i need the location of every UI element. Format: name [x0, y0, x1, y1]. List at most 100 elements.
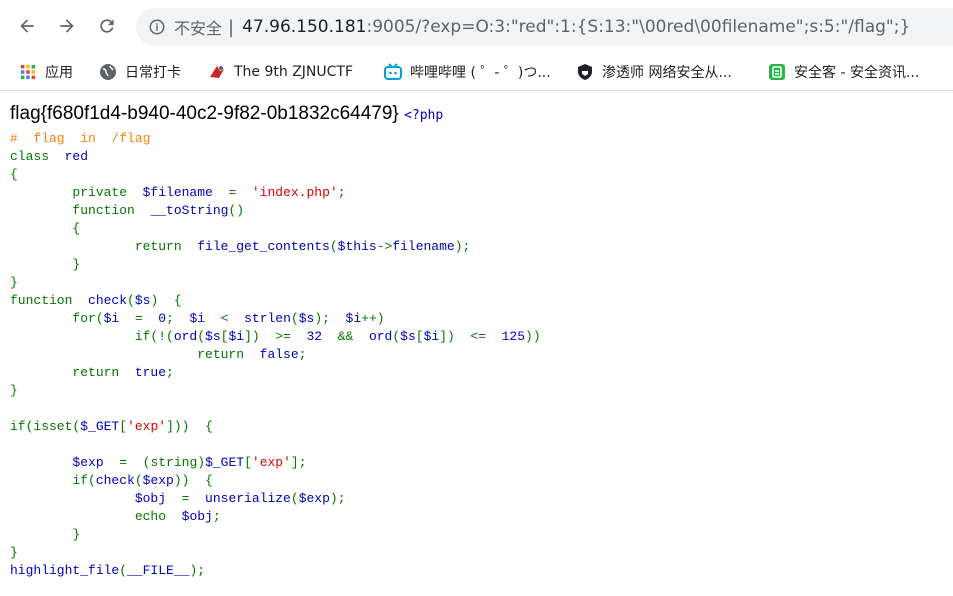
- code-token: &&: [337, 329, 369, 344]
- code-token: {: [10, 221, 81, 236]
- code-token: (: [290, 491, 299, 506]
- url-host: 47.96.150.181: [242, 17, 367, 37]
- bookmark-apps[interactable]: 应用: [19, 54, 73, 90]
- bookmark-anquanke[interactable]: 安全客 - 安全资讯...: [768, 54, 919, 90]
- forward-arrow-icon: [60, 19, 74, 33]
- code-token: 'exp': [127, 419, 167, 434]
- code-token: )) {: [173, 473, 213, 488]
- reload-icon: [100, 19, 114, 33]
- code-token: if(isset(: [10, 419, 81, 434]
- code-token: {: [10, 167, 18, 182]
- bilibili-tv-icon: [384, 63, 402, 81]
- code-token: );: [189, 563, 206, 578]
- code-token: $exp: [142, 473, 174, 488]
- code-token: true: [134, 365, 167, 380]
- code-token: (: [329, 239, 338, 254]
- forward-button[interactable]: [53, 12, 81, 40]
- code-token: $i: [103, 311, 135, 326]
- code-token: $i: [228, 329, 245, 344]
- bookmarks-bar: 应用 日常打卡 The 9th ZJNUCTF 哔哩哔哩 ( ゜- ゜)つ...…: [0, 54, 953, 91]
- code-token: unserialize: [205, 491, 291, 506]
- code-token: private: [10, 185, 143, 200]
- code-token: for(: [10, 311, 104, 326]
- page-content: flag{f680f1d4-b940-40c2-9f82-0b1832c6447…: [10, 100, 950, 580]
- code-token: $_GET: [205, 455, 245, 470]
- code-token: [: [244, 455, 252, 470]
- bookmark-daily-checkin[interactable]: 日常打卡: [99, 54, 181, 90]
- bookmark-label: 安全客 - 安全资讯...: [794, 65, 920, 81]
- code-token: )): [525, 329, 541, 344]
- code-token: function: [10, 293, 89, 308]
- code-token: $_GET: [80, 419, 120, 434]
- code-token: $s: [205, 329, 221, 344]
- code-token: }: [10, 527, 81, 542]
- code-token: __toString: [150, 203, 229, 218]
- shield-icon: [576, 63, 594, 81]
- flag-text: flag{f680f1d4-b940-40c2-9f82-0b1832c6447…: [10, 103, 399, 124]
- info-icon[interactable]: [148, 18, 166, 36]
- code-token: [: [415, 329, 424, 344]
- code-token: 'exp': [251, 455, 291, 470]
- code-token: );: [314, 311, 346, 326]
- code-token: =: [228, 185, 252, 200]
- bookmark-bilibili[interactable]: 哔哩哔哩 ( ゜- ゜)つ...: [384, 54, 551, 90]
- code-token: $i: [345, 311, 362, 326]
- code-token: $i: [423, 329, 440, 344]
- anquanke-icon: [768, 63, 786, 81]
- code-token: }: [10, 257, 81, 272]
- code-token: ;: [298, 347, 307, 362]
- bookmark-zjnuctf[interactable]: The 9th ZJNUCTF: [208, 54, 353, 90]
- code-token: echo: [10, 509, 182, 524]
- reload-button[interactable]: [93, 12, 121, 40]
- bookmark-pentester[interactable]: 渗透师 网络安全从...: [576, 54, 732, 90]
- code-token: );: [454, 239, 471, 254]
- code-token: (: [127, 293, 135, 308]
- code-token: $i: [189, 311, 221, 326]
- code-token: $obj: [134, 491, 182, 506]
- flag-output: flag{f680f1d4-b940-40c2-9f82-0b1832c6447…: [10, 100, 950, 130]
- code-token: $filename: [142, 185, 229, 200]
- code-token: $this: [337, 239, 377, 254]
- code-token: return: [10, 239, 198, 254]
- code-token: ;: [212, 509, 221, 524]
- code-token: (: [392, 329, 401, 344]
- back-arrow-icon: [20, 19, 34, 33]
- code-token: filename: [392, 239, 455, 254]
- url-text[interactable]: 47.96.150.181:9005/?exp=O:3:"red":1:{S:1…: [242, 17, 910, 37]
- code-token: if(: [10, 473, 96, 488]
- code-token: check: [95, 473, 135, 488]
- globe-icon: [99, 63, 117, 81]
- code-token: 0: [158, 311, 167, 326]
- code-token: $exp: [298, 491, 330, 506]
- code-token: ]) <=: [439, 329, 502, 344]
- code-token: return: [10, 347, 260, 362]
- code-token: 32: [306, 329, 338, 344]
- code-token: file_get_contents: [197, 239, 330, 254]
- bookmark-label: 渗透师 网络安全从...: [602, 65, 732, 81]
- code-token: class: [10, 149, 65, 164]
- back-button[interactable]: [13, 12, 41, 40]
- code-token: red: [64, 149, 89, 164]
- code-token: ])) {: [166, 419, 213, 434]
- bookmark-label: The 9th ZJNUCTF: [234, 64, 354, 80]
- code-token: );: [329, 491, 346, 506]
- code-token: =: [134, 311, 159, 326]
- code-token: 'index.php': [251, 185, 338, 200]
- code-token: $obj: [181, 509, 213, 524]
- code-token: <: [220, 311, 245, 326]
- security-label[interactable]: 不安全: [174, 15, 222, 39]
- address-separator: |: [228, 16, 235, 38]
- code-token: if(!(: [10, 329, 174, 344]
- php-source-code: # flag in /flag class red { private $fil…: [10, 130, 950, 580]
- browser-toolbar: 不安全 | 47.96.150.181:9005/?exp=O:3:"red":…: [0, 0, 953, 54]
- code-token: $s: [298, 311, 315, 326]
- code-token: (: [134, 473, 143, 488]
- code-token: (: [197, 329, 206, 344]
- apps-grid-icon: [19, 63, 37, 81]
- url-path: :9005/?exp=O:3:"red":1:{S:13:"\00red\00f…: [366, 17, 911, 37]
- code-token: }: [10, 275, 18, 290]
- code-token: $exp: [72, 455, 120, 470]
- address-bar[interactable]: 不安全 | 47.96.150.181:9005/?exp=O:3:"red":…: [136, 8, 953, 46]
- code-token: ]) >=: [244, 329, 307, 344]
